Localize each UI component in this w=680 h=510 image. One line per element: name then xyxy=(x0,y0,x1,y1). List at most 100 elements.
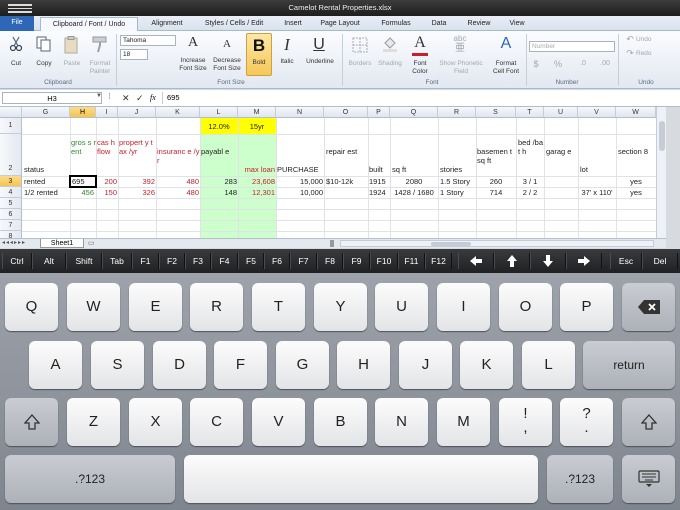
insert-sheet-icon[interactable]: ▭ xyxy=(88,239,100,248)
arrow-up-key[interactable] xyxy=(494,253,530,269)
cell-p2[interactable]: built xyxy=(369,165,383,174)
cell-h2[interactable]: gros s rent xyxy=(71,138,96,156)
esc-key[interactable]: Esc xyxy=(610,253,642,269)
key-n[interactable]: N xyxy=(375,398,428,446)
column-header[interactable]: W xyxy=(616,107,656,118)
cell-g3[interactable]: rented xyxy=(24,177,45,186)
key-f[interactable]: F xyxy=(214,341,267,389)
shift-key[interactable]: Shift xyxy=(66,253,102,269)
column-header[interactable]: O xyxy=(324,107,368,118)
column-header[interactable]: I xyxy=(96,107,118,118)
cell-s3[interactable]: 260 xyxy=(476,177,516,186)
key-b[interactable]: B xyxy=(314,398,367,446)
key-exclamation-comma[interactable]: ! , xyxy=(499,398,552,446)
f2-key[interactable]: F2 xyxy=(159,253,185,269)
column-header[interactable]: Q xyxy=(390,107,438,118)
key-t[interactable]: T xyxy=(252,283,305,331)
column-header[interactable]: J xyxy=(118,107,156,118)
cell-g4[interactable]: 1/2 rented xyxy=(24,188,58,197)
cell-p4[interactable]: 1924 xyxy=(369,188,386,197)
cell-q4[interactable]: 1428 / 1680 xyxy=(390,188,438,197)
cell-l2[interactable]: payabl e xyxy=(201,147,238,156)
redo-button[interactable]: Redo xyxy=(636,50,662,58)
cell-k3[interactable]: 480 xyxy=(156,177,199,186)
formula-input[interactable]: 695 xyxy=(162,92,678,104)
column-header[interactable]: K xyxy=(156,107,200,118)
borders-button[interactable]: Borders xyxy=(344,60,376,68)
row-header[interactable]: 8 xyxy=(0,231,22,238)
row-header[interactable]: 6 xyxy=(0,209,22,220)
cell-h4[interactable]: 456 xyxy=(70,188,94,197)
scroll-thumb[interactable] xyxy=(431,242,471,246)
cell-t4[interactable]: 2 / 2 xyxy=(516,188,544,197)
cell-i3[interactable]: 200 xyxy=(96,177,117,186)
cell-h3[interactable]: 695 xyxy=(72,177,85,186)
key-u[interactable]: U xyxy=(375,283,428,331)
key-y[interactable]: Y xyxy=(314,283,367,331)
column-header[interactable]: G xyxy=(22,107,70,118)
key-j[interactable]: J xyxy=(399,341,452,389)
column-header[interactable]: P xyxy=(368,107,390,118)
tab-file[interactable]: File xyxy=(0,16,34,31)
tab-key[interactable]: Tab xyxy=(102,253,132,269)
numbers-key-left[interactable]: .?123 xyxy=(5,455,175,503)
shading-button[interactable]: Shading xyxy=(374,60,406,68)
cell-u2[interactable]: garag e xyxy=(546,147,578,156)
key-a[interactable]: A xyxy=(29,341,82,389)
paste-button[interactable]: Paste xyxy=(60,60,84,68)
cell-l4[interactable]: 148 xyxy=(200,188,237,197)
cell-r3[interactable]: 1.5 Story xyxy=(440,177,470,186)
column-header[interactable]: R xyxy=(438,107,476,118)
cell-r4[interactable]: 1 Story xyxy=(440,188,464,197)
return-key[interactable]: return xyxy=(583,341,675,389)
key-h[interactable]: H xyxy=(337,341,390,389)
tab-data[interactable]: Data xyxy=(422,17,456,31)
cell-i4[interactable]: 150 xyxy=(96,188,117,197)
tab-styles-cells-edit[interactable]: Styles / Cells / Edit xyxy=(196,17,272,31)
tab-page-layout[interactable]: Page Layout xyxy=(312,17,368,31)
bold-button[interactable]: B Bold xyxy=(246,33,272,76)
key-k[interactable]: K xyxy=(460,341,513,389)
cell-j3[interactable]: 392 xyxy=(118,177,155,186)
chevron-down-icon[interactable]: ▼ xyxy=(96,93,102,99)
tab-clipboard-font-undo[interactable]: Clipboard / Font / Undo xyxy=(40,17,138,31)
f6-key[interactable]: F6 xyxy=(264,253,290,269)
tab-formulas[interactable]: Formulas xyxy=(374,17,418,31)
cell-w2[interactable]: section 8 xyxy=(618,147,656,156)
cell-s2[interactable]: basemen t sq ft xyxy=(477,147,516,165)
vertical-scrollbar[interactable] xyxy=(656,107,666,238)
sheet-nav-icon[interactable]: ◂◂◂▸▸▸ xyxy=(2,239,26,248)
cut-button[interactable]: Cut xyxy=(4,60,28,68)
tab-alignment[interactable]: Alignment xyxy=(140,17,194,31)
key-z[interactable]: Z xyxy=(67,398,120,446)
key-question-period[interactable]: ? . xyxy=(560,398,613,446)
cell-m4[interactable]: 12,301 xyxy=(238,188,275,197)
key-x[interactable]: X xyxy=(129,398,182,446)
cell-s4[interactable]: 714 xyxy=(476,188,516,197)
cell-g2[interactable]: status xyxy=(24,165,44,174)
key-q[interactable]: Q xyxy=(5,283,58,331)
number-format-combo[interactable]: Number xyxy=(529,41,615,52)
row-header[interactable]: 3 xyxy=(0,176,22,187)
tab-review[interactable]: Review xyxy=(460,17,498,31)
arrow-left-key[interactable] xyxy=(458,253,494,269)
f1-key[interactable]: F1 xyxy=(132,253,159,269)
cell-j2[interactable]: propert y tax /yr xyxy=(119,138,156,156)
format-painter-button[interactable]: Format Painter xyxy=(86,60,114,76)
name-box[interactable]: H3 xyxy=(2,92,102,104)
alt-key[interactable]: Alt xyxy=(32,253,66,269)
cell-m1[interactable]: 15yr xyxy=(238,122,276,131)
column-header[interactable]: H xyxy=(70,107,96,118)
cell-w4[interactable]: yes xyxy=(616,188,656,197)
key-d[interactable]: D xyxy=(153,341,206,389)
font-name-combo[interactable]: Tahoma xyxy=(120,35,176,46)
shift-key-right[interactable] xyxy=(622,398,675,446)
key-m[interactable]: M xyxy=(437,398,490,446)
column-header[interactable]: L xyxy=(200,107,238,118)
cell-k2[interactable]: insuranc e /yr xyxy=(157,147,200,165)
key-r[interactable]: R xyxy=(190,283,243,331)
tab-split-handle[interactable] xyxy=(330,240,334,247)
key-v[interactable]: V xyxy=(252,398,305,446)
cell-m2[interactable]: max loan xyxy=(238,165,276,174)
f10-key[interactable]: F10 xyxy=(370,253,398,269)
